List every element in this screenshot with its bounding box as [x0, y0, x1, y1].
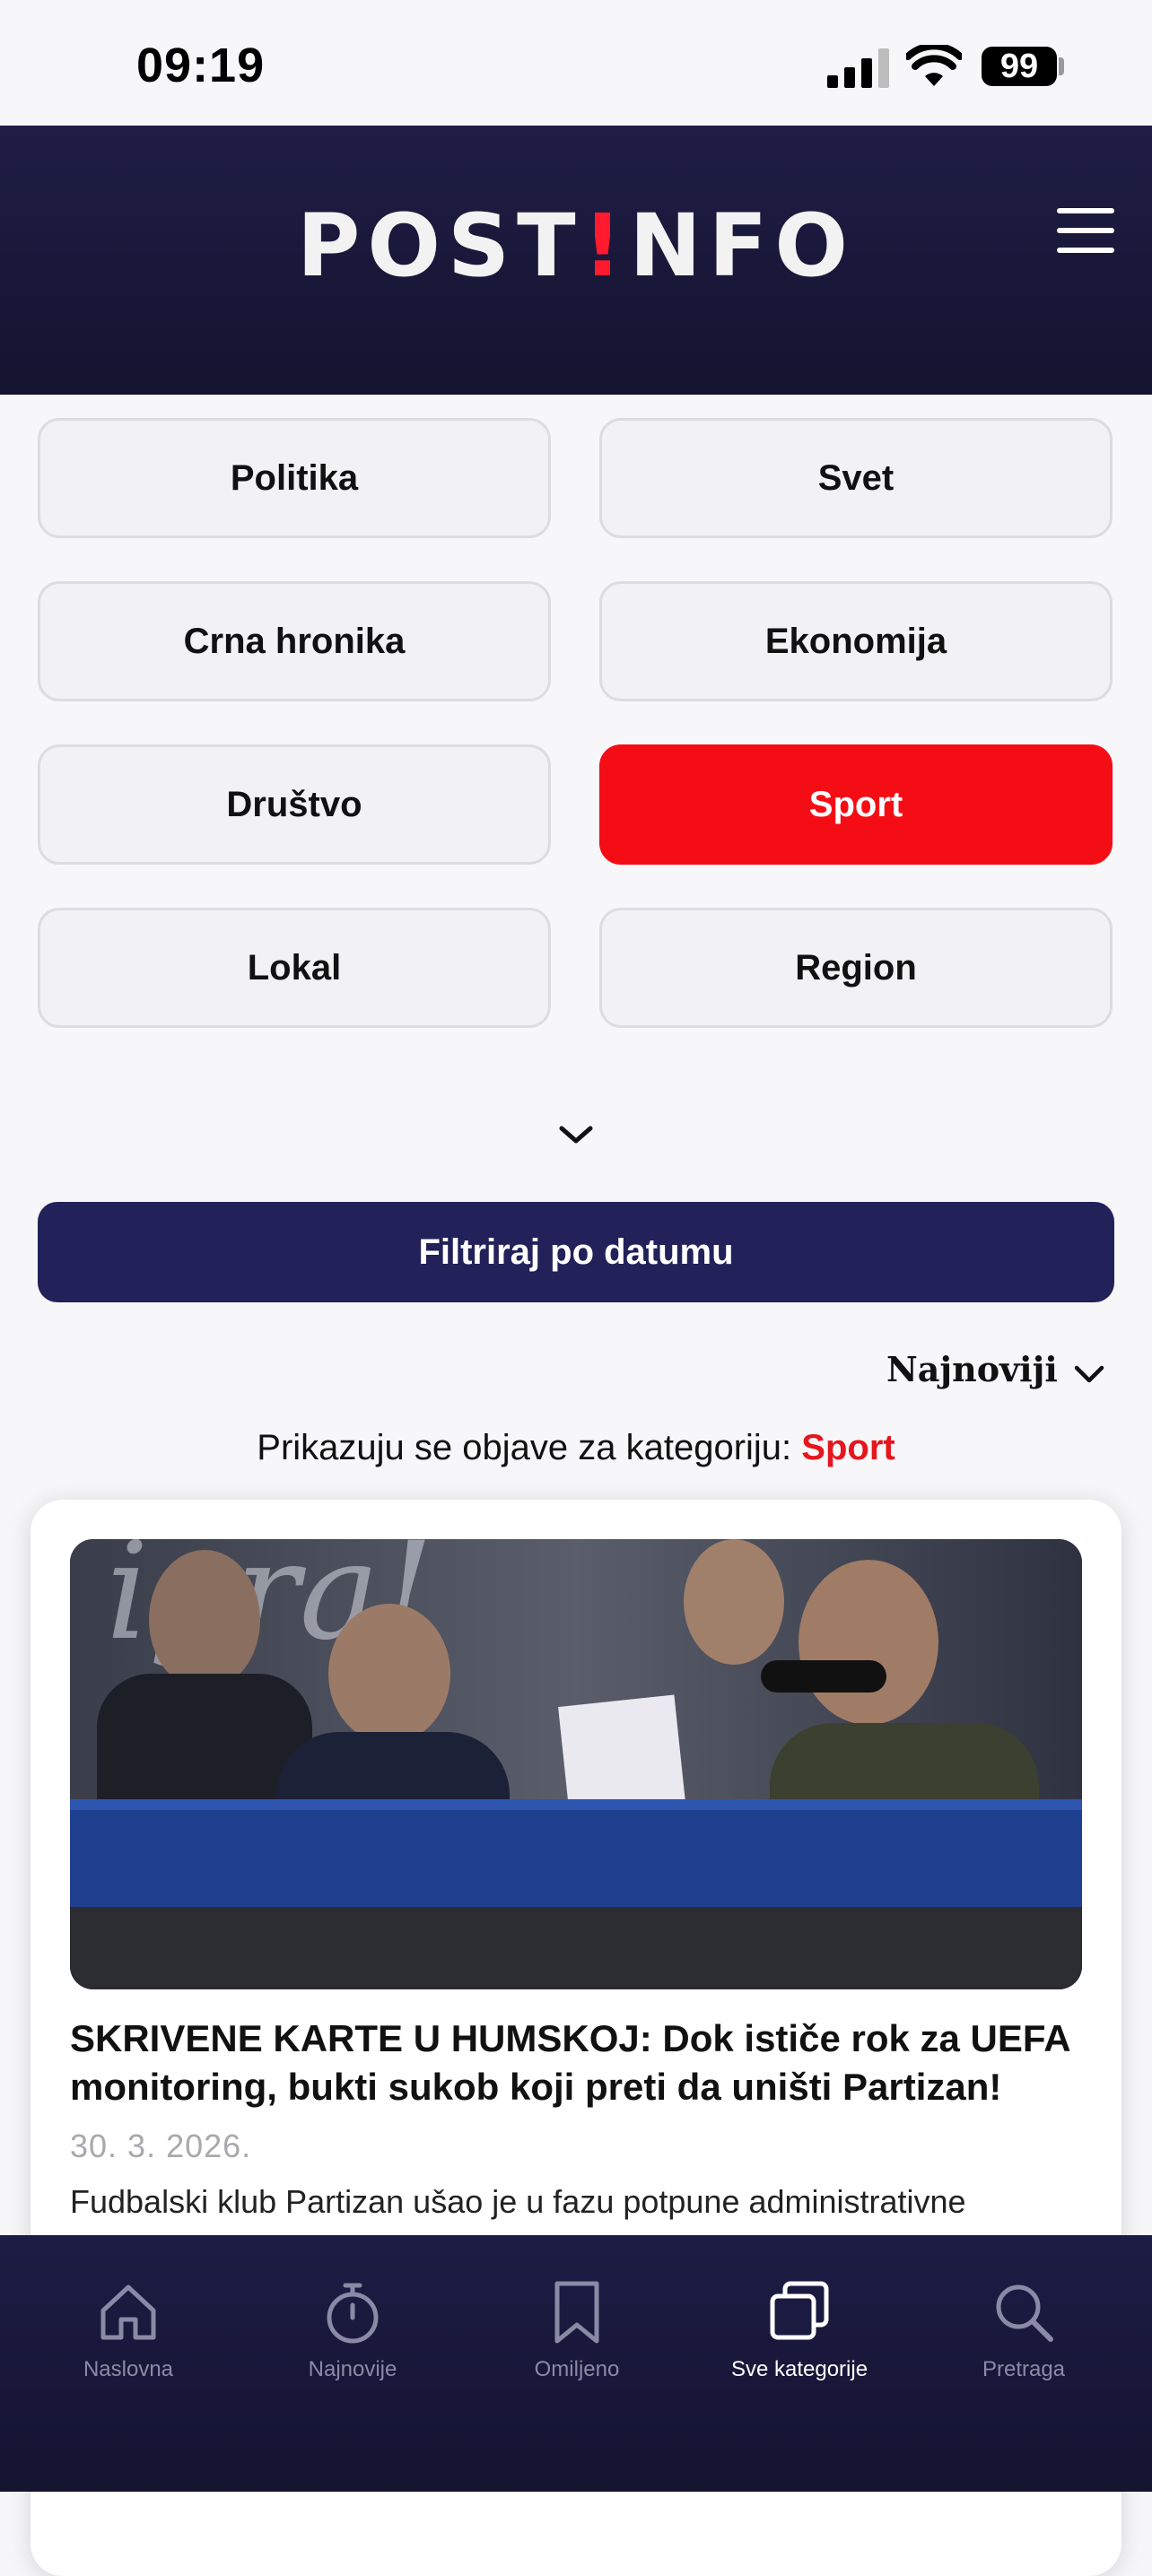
filter-by-date-button[interactable]: Filtriraj po datumu	[38, 1202, 1114, 1302]
category-politika-button[interactable]: Politika	[38, 418, 551, 538]
cellular-signal-icon	[827, 48, 889, 88]
status-bar: 09:19 99	[0, 0, 1152, 126]
logo-text-right: NFO	[629, 196, 855, 296]
category-lokal-button[interactable]: Lokal	[38, 908, 551, 1028]
nav-item-omiljeno[interactable]: Omiljeno	[465, 2278, 689, 2382]
battery-tip	[1059, 57, 1064, 75]
nav-label-sve-kategorije: Sve kategorije	[730, 2357, 868, 2381]
wifi-icon	[906, 45, 962, 86]
hamburger-menu-icon[interactable]	[1057, 208, 1114, 253]
bottom-navigation: Naslovna Najnovije Omiljeno Sve kategori…	[0, 2235, 1152, 2492]
article-date: 30. 3. 2026.	[70, 2128, 252, 2164]
category-region-button[interactable]: Region	[599, 908, 1113, 1028]
home-icon	[100, 2284, 156, 2340]
article-title[interactable]: SKRIVENE KARTE U HUMSKOJ: Dok ističe rok…	[70, 2015, 1084, 2111]
nav-item-pretraga[interactable]: Pretraga	[912, 2278, 1136, 2382]
category-filter-prefix: Prikazuju se objave za kategoriju:	[257, 1428, 792, 1467]
article-excerpt: Fudbalski klub Partizan ušao je u fazu p…	[70, 2183, 966, 2220]
stopwatch-icon	[327, 2283, 379, 2344]
logo-exclamation-mark: !	[582, 196, 630, 296]
category-crna-hronika-button[interactable]: Crna hronika	[38, 581, 551, 701]
nav-label-omiljeno: Omiljeno	[534, 2357, 620, 2381]
nav-label-naslovna: Naslovna	[83, 2357, 174, 2381]
sort-dropdown-label[interactable]: Najnoviji	[886, 1349, 1058, 1389]
sort-chevron-down-icon[interactable]	[1073, 1363, 1105, 1385]
nav-item-sve-kategorije[interactable]: Sve kategorije	[687, 2278, 912, 2382]
category-ekonomija-button[interactable]: Ekonomija	[599, 581, 1113, 701]
category-drustvo-button[interactable]: Društvo	[38, 744, 551, 865]
article-image[interactable]: igra!	[70, 1539, 1082, 1989]
logo-text-left: POST	[297, 196, 583, 296]
category-sport-button[interactable]: Sport	[599, 744, 1113, 865]
category-filter-notice: Prikazuju se objave za kategoriju: Sport	[0, 1428, 1152, 1468]
status-time: 09:19	[136, 39, 266, 92]
category-svet-button[interactable]: Svet	[599, 418, 1113, 538]
article-photo-illustration: igra!	[70, 1539, 1082, 1989]
nav-label-pretraga: Pretraga	[982, 2357, 1066, 2381]
nav-item-najnovije[interactable]: Najnovije	[240, 2278, 465, 2382]
battery-icon: 99	[982, 47, 1057, 86]
expand-categories-chevron-icon[interactable]	[556, 1121, 596, 1148]
categories-icon	[770, 2281, 829, 2340]
nav-label-najnovije: Najnovije	[308, 2357, 397, 2381]
app-header: POST!NFO	[0, 126, 1152, 395]
bookmark-icon	[554, 2281, 599, 2344]
nav-item-naslovna[interactable]: Naslovna	[16, 2278, 240, 2382]
category-filter-value: Sport	[801, 1428, 895, 1467]
postinfo-logo[interactable]: POST!NFO	[0, 196, 1152, 296]
search-icon	[996, 2284, 1053, 2342]
